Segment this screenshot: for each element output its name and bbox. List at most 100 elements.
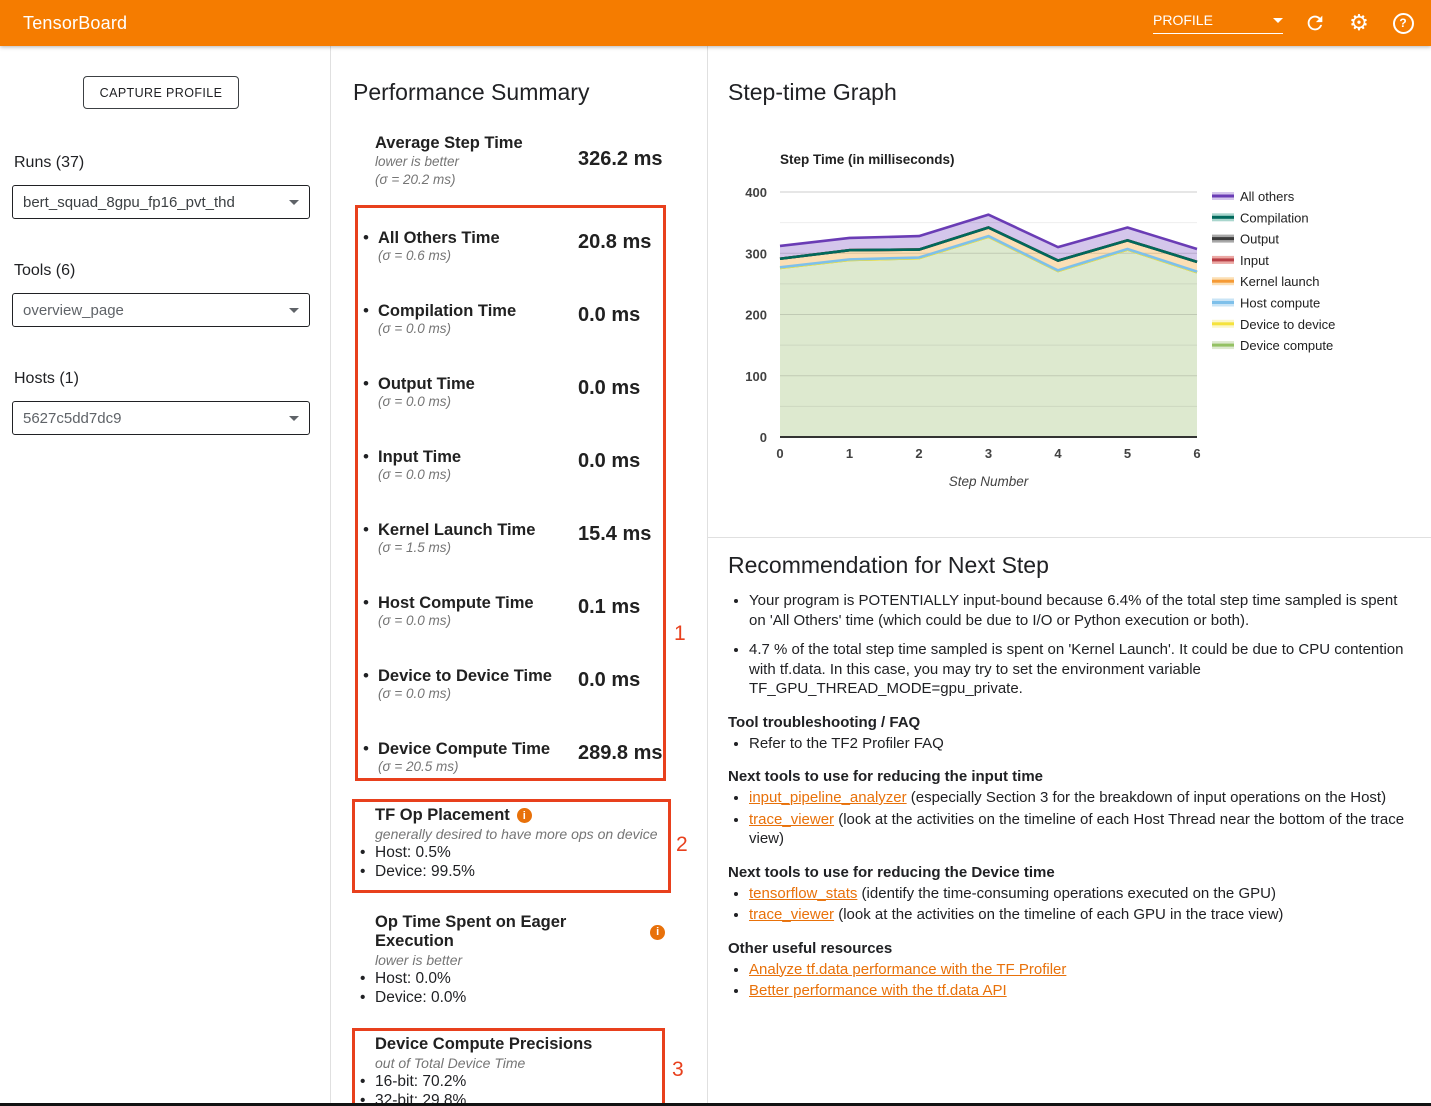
legend-label: Compilation xyxy=(1240,210,1309,225)
recommendation-heading: Next tools to use for reducing the input… xyxy=(728,768,1416,785)
bullet-dot: • xyxy=(363,301,369,321)
metric-label: Device to Device Time xyxy=(378,667,552,686)
hosts-select[interactable]: 5627c5dd7dc9 xyxy=(12,401,310,435)
recommendation-list: input_pipeline_analyzer (especially Sect… xyxy=(728,788,1416,849)
x-tick-label: 5 xyxy=(1124,446,1131,461)
chart-recommendation-divider xyxy=(708,537,1431,538)
legend-swatch-line xyxy=(1212,195,1234,198)
breakdown-highlight-box: • All Others Time(σ = 0.6 ms) 20.8 ms • Comp… xyxy=(355,205,666,781)
legend-swatch-line xyxy=(1212,322,1234,325)
app-title: TensorBoard xyxy=(23,13,127,34)
precisions-title: Device Compute Precisions xyxy=(355,1035,662,1054)
recommendation-link[interactable]: trace_viewer xyxy=(749,906,834,923)
op-placement-note: generally desired to have more ops on de… xyxy=(355,826,668,842)
recommendation-bullet: Refer to the TF2 Profiler FAQ xyxy=(749,734,1416,754)
list-item: 16-bit: 70.2% xyxy=(355,1072,662,1091)
bullet-dot: • xyxy=(363,593,369,613)
metric-row: • Compilation Time(σ = 0.0 ms) 0.0 ms xyxy=(358,302,663,375)
recommendation-bullet: trace_viewer (look at the activities on … xyxy=(749,905,1416,925)
recommendation-link[interactable]: Analyze tf.data performance with the TF … xyxy=(749,961,1066,978)
average-step-time-value: 326.2 ms xyxy=(578,148,663,171)
recommendation-section: Recommendation for Next Step Your progra… xyxy=(728,552,1416,1003)
chevron-down-icon xyxy=(1273,18,1283,23)
metric-row: •Host Compute Time(σ = 0.0 ms)0.1 ms xyxy=(358,594,663,667)
metric-label: Device Compute Time xyxy=(378,740,550,759)
bullet-dot: • xyxy=(363,739,369,759)
metric-sigma: (σ = 20.5 ms) xyxy=(378,759,550,774)
x-tick-label: 1 xyxy=(846,446,853,461)
list-item: Device: 99.5% xyxy=(355,862,668,881)
recommendation-bullet: 4.7 % of the total step time sampled is … xyxy=(749,640,1416,699)
capture-profile-button[interactable]: CAPTURE PROFILE xyxy=(83,76,239,109)
metric-row: •Device to Device Time(σ = 0.0 ms)0.0 ms xyxy=(358,667,663,740)
legend-label: All others xyxy=(1240,189,1295,204)
step-time-chart[interactable]: Step Time (in milliseconds)0100200300400… xyxy=(707,148,1431,508)
list-item: Host: 0.0% xyxy=(355,969,665,988)
recommendation-bullet: Better performance with the tf.data API xyxy=(749,981,1416,1001)
bullet-dot: • xyxy=(363,520,369,540)
op-placement-list: Host: 0.5%Device: 99.5% xyxy=(355,843,668,881)
area-device-compute xyxy=(780,237,1197,437)
recommendation-sections: Your program is POTENTIALLY input-bound … xyxy=(728,591,1416,1001)
recommendation-bullet: Your program is POTENTIALLY input-bound … xyxy=(749,591,1416,630)
header-actions: PROFILE ⚙ ? xyxy=(1153,11,1415,35)
y-tick-label: 0 xyxy=(760,430,767,445)
metric-sigma: (σ = 0.0 ms) xyxy=(378,613,534,628)
chevron-down-icon xyxy=(289,308,299,313)
metric-sigma: (σ = 0.0 ms) xyxy=(378,467,461,482)
metric-label: Compilation Time xyxy=(378,302,516,321)
tools-select-value: overview_page xyxy=(23,302,124,319)
precisions-highlight-box: Device Compute Precisions out of Total D… xyxy=(352,1028,665,1106)
legend-swatch-line xyxy=(1212,237,1234,240)
tools-label: Tools (6) xyxy=(14,262,75,280)
chevron-down-icon xyxy=(289,200,299,205)
eager-execution-section: Op Time Spent on Eager Execution i lower… xyxy=(355,913,665,1007)
info-icon[interactable]: i xyxy=(650,925,665,940)
tools-select[interactable]: overview_page xyxy=(12,293,310,327)
precisions-note: out of Total Device Time xyxy=(355,1055,662,1071)
recommendation-bullet: input_pipeline_analyzer (especially Sect… xyxy=(749,788,1416,808)
metric-value: 20.8 ms xyxy=(578,231,651,254)
eager-note: lower is better xyxy=(355,952,665,968)
eager-list: Host: 0.0%Device: 0.0% xyxy=(355,969,665,1007)
sidebar-divider xyxy=(330,46,331,1106)
metric-label: Output Time xyxy=(378,375,475,394)
runs-select[interactable]: bert_squad_8gpu_fp16_pvt_thd xyxy=(12,185,310,219)
metric-value: 289.8 ms xyxy=(578,742,663,765)
metric-value: 0.0 ms xyxy=(578,304,640,327)
recommendation-link[interactable]: input_pipeline_analyzer xyxy=(749,789,907,806)
metric-label: Host Compute Time xyxy=(378,594,534,613)
y-tick-label: 200 xyxy=(745,308,767,323)
dashboard-selector[interactable]: PROFILE xyxy=(1153,12,1283,34)
metric-row: •Output Time(σ = 0.0 ms)0.0 ms xyxy=(358,375,663,448)
metric-value: 0.0 ms xyxy=(578,669,640,692)
op-placement-section: TF Op Placement i generally desired to h… xyxy=(355,802,668,881)
chart-title: Step Time (in milliseconds) xyxy=(780,152,955,167)
metric-value: 0.0 ms xyxy=(578,450,640,473)
annotation-number-1: 1 xyxy=(674,622,686,646)
metric-sigma: (σ = 0.0 ms) xyxy=(378,321,516,336)
op-placement-highlight-box: TF Op Placement i generally desired to h… xyxy=(352,799,671,893)
refresh-icon[interactable] xyxy=(1303,11,1327,35)
metric-label: All Others Time xyxy=(378,229,500,248)
recommendation-list: tensorflow_stats (identify the time-cons… xyxy=(728,884,1416,925)
legend-label: Input xyxy=(1240,253,1269,268)
legend-label: Device compute xyxy=(1240,338,1333,353)
y-tick-label: 100 xyxy=(745,369,767,384)
metric-row: •All Others Time(σ = 0.6 ms)20.8 ms xyxy=(358,229,663,302)
legend-label: Output xyxy=(1240,232,1279,247)
recommendation-title: Recommendation for Next Step xyxy=(728,552,1416,579)
y-tick-label: 300 xyxy=(745,246,767,261)
metric-row: •Kernel Launch Time(σ = 1.5 ms)15.4 ms xyxy=(358,521,663,594)
recommendation-link[interactable]: Better performance with the tf.data API xyxy=(749,982,1007,999)
x-tick-label: 6 xyxy=(1193,446,1200,461)
metric-value: 15.4 ms xyxy=(578,523,651,546)
gear-icon[interactable]: ⚙ xyxy=(1347,11,1371,35)
recommendation-link[interactable]: trace_viewer xyxy=(749,811,834,828)
help-icon[interactable]: ? xyxy=(1391,11,1415,35)
info-icon[interactable]: i xyxy=(517,808,532,823)
runs-label: Runs (37) xyxy=(14,154,84,172)
metric-sigma: (σ = 0.6 ms) xyxy=(378,248,500,263)
recommendation-heading: Next tools to use for reducing the Devic… xyxy=(728,864,1416,881)
recommendation-link[interactable]: tensorflow_stats xyxy=(749,885,857,902)
